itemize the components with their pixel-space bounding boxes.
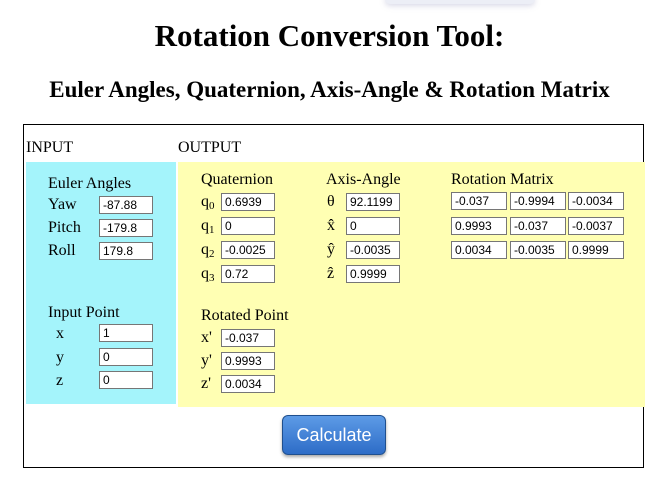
q3-output[interactable]: [221, 265, 275, 283]
q2-output[interactable]: [221, 241, 275, 259]
q0-label: q0: [201, 193, 215, 212]
input-section-label: INPUT: [26, 139, 74, 156]
matrix-r1c3[interactable]: [568, 192, 624, 210]
axis-z-output[interactable]: [346, 265, 400, 283]
axis-angle-heading: Axis-Angle: [326, 171, 401, 188]
yaw-input[interactable]: [99, 196, 153, 214]
rotated-point-heading: Rotated Point: [201, 307, 289, 324]
rotated-x-label: x': [201, 329, 212, 346]
output-panel: Quaternion q0 q1 q2 q3 Axis-Angle θ x̂ ŷ…: [178, 162, 645, 407]
conversion-tool-panel: INPUT OUTPUT Euler Angles Yaw Pitch Roll…: [23, 124, 645, 468]
axis-z-label: ẑ: [327, 265, 335, 282]
matrix-r2c3[interactable]: [568, 217, 624, 235]
q1-output[interactable]: [221, 217, 275, 235]
input-y-label: y: [56, 349, 64, 366]
matrix-r1c1[interactable]: [451, 192, 507, 210]
pitch-input[interactable]: [99, 219, 153, 237]
theta-output[interactable]: [346, 193, 400, 211]
rotation-matrix-heading: Rotation Matrix: [451, 171, 554, 188]
calculate-button[interactable]: Calculate: [282, 415, 386, 455]
axis-y-label: ŷ: [327, 241, 335, 258]
q0-output[interactable]: [221, 193, 275, 211]
input-x-field[interactable]: [99, 324, 153, 342]
matrix-r3c1[interactable]: [451, 241, 507, 259]
roll-label: Roll: [48, 242, 76, 259]
top-edge-shadow: [385, 0, 535, 4]
euler-angles-heading: Euler Angles: [48, 175, 132, 192]
rotated-x-output[interactable]: [221, 329, 275, 347]
q2-label: q2: [201, 241, 215, 260]
axis-x-label: x̂: [327, 217, 335, 234]
matrix-r1c2[interactable]: [510, 192, 566, 210]
rotated-y-label: y': [201, 352, 212, 369]
rotated-z-label: z': [201, 375, 211, 392]
page-subtitle: Euler Angles, Quaternion, Axis-Angle & R…: [49, 77, 610, 102]
rotated-y-output[interactable]: [221, 352, 275, 370]
theta-label: θ: [327, 193, 335, 210]
output-section-label: OUTPUT: [178, 139, 242, 156]
axis-y-output[interactable]: [346, 241, 400, 259]
yaw-label: Yaw: [48, 196, 77, 213]
q1-label: q1: [201, 217, 215, 236]
input-y-field[interactable]: [99, 348, 153, 366]
input-z-field[interactable]: [99, 371, 153, 389]
input-panel: Euler Angles Yaw Pitch Roll Input Point …: [26, 162, 176, 404]
input-point-heading: Input Point: [48, 304, 120, 321]
pitch-label: Pitch: [48, 219, 81, 236]
page-title: Rotation Conversion Tool:: [154, 18, 505, 53]
axis-x-output[interactable]: [346, 217, 400, 235]
matrix-r3c2[interactable]: [510, 241, 566, 259]
roll-input[interactable]: [99, 242, 153, 260]
q3-label: q3: [201, 265, 215, 284]
rotated-z-output[interactable]: [221, 375, 275, 393]
matrix-r2c1[interactable]: [451, 217, 507, 235]
quaternion-heading: Quaternion: [201, 171, 273, 188]
input-x-label: x: [56, 325, 64, 342]
matrix-r2c2[interactable]: [510, 217, 566, 235]
matrix-r3c3[interactable]: [568, 241, 624, 259]
input-z-label: z: [56, 372, 64, 389]
